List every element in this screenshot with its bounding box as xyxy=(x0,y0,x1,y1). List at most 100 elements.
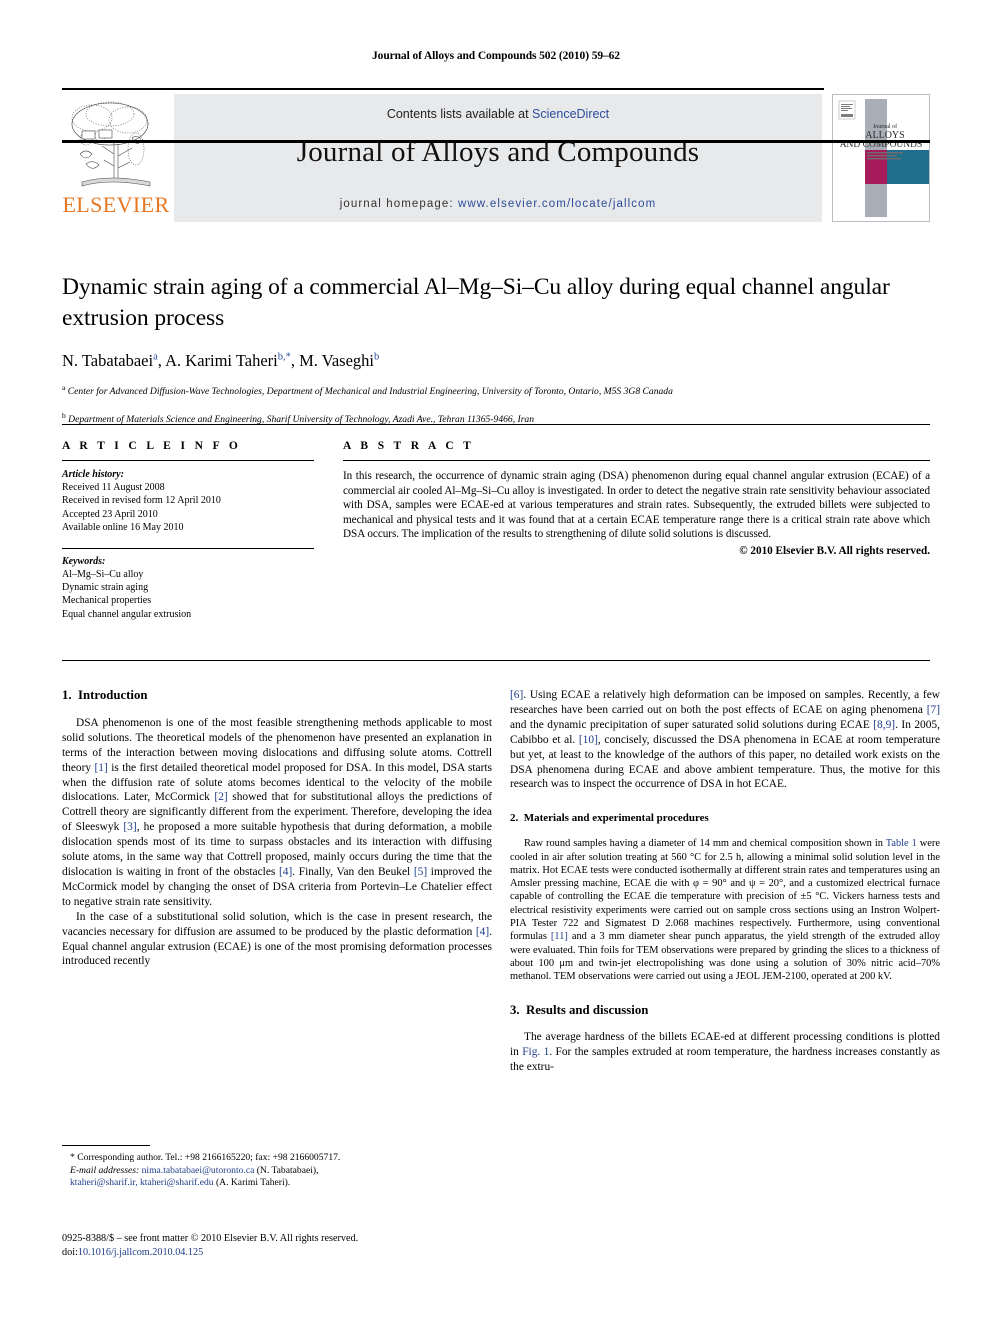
page-title: Dynamic strain aging of a commercial Al–… xyxy=(62,274,890,331)
citation-ref[interactable]: [3] xyxy=(123,821,136,833)
citation-ref[interactable]: [2] xyxy=(214,791,227,803)
email-note-2: ktaheri@sharif.ir, ktaheri@sharif.edu (A… xyxy=(62,1177,492,1190)
article-history-label: Article history: xyxy=(62,469,124,480)
article-history-item: Received 11 August 2008 xyxy=(62,482,165,493)
citation-ref[interactable]: [10] xyxy=(579,734,598,746)
section-number: 1. xyxy=(62,688,72,702)
section-number: 2. xyxy=(510,812,519,825)
section-heading-introduction: 1. Introduction xyxy=(62,688,492,703)
text-run: . Finally, Van den Beukel xyxy=(292,865,414,878)
citation-ref[interactable]: [1] xyxy=(95,762,108,774)
author-affil-mark: b xyxy=(374,351,380,363)
running-head: Journal of Alloys and Compounds 502 (201… xyxy=(372,50,620,62)
corresponding-author-note: * Corresponding author. Tel.: +98 216616… xyxy=(70,1152,341,1163)
elsevier-tree-icon xyxy=(71,101,151,187)
affiliation-text: Center for Advanced Diffusion-Wave Techn… xyxy=(67,386,673,398)
intro-paragraph-2-start: In the case of a substitutional solid so… xyxy=(62,910,492,970)
issn-line: 0925-8388/$ – see front matter © 2010 El… xyxy=(62,1233,359,1244)
section-heading-materials: 2. Materials and experimental procedures xyxy=(510,811,940,826)
abstract-block: A B S T R A C T In this research, the oc… xyxy=(343,440,930,557)
text-run: . For the samples extruded at room tempe… xyxy=(510,1046,940,1074)
keyword-item: Dynamic strain aging xyxy=(62,582,149,594)
keyword-item: Al–Mg–Si–Cu alloy xyxy=(62,568,144,580)
abstract-heading: A B S T R A C T xyxy=(343,440,475,452)
body-column-left: 1. Introduction DSA phenomenon is one of… xyxy=(62,688,492,969)
author-name: M. Vaseghi xyxy=(299,351,374,370)
text-run: In the case of a substitutional solid so… xyxy=(62,910,492,938)
citation-ref[interactable]: [8,9] xyxy=(873,719,895,731)
paper-page: Journal of Alloys and Compounds 502 (201… xyxy=(0,0,992,1323)
email-note: E-mail addresses: nima.tabatabaei@utoron… xyxy=(62,1165,492,1178)
citation-ref[interactable]: [6] xyxy=(510,689,523,701)
text-run: and the dynamic precipitation of super s… xyxy=(510,718,874,731)
citation-ref[interactable]: [5] xyxy=(414,866,427,878)
article-info-heading: A R T I C L E I N F O xyxy=(62,440,242,452)
keyword-item: Mechanical properties xyxy=(62,595,152,607)
elsevier-wordmark: ELSEVIER xyxy=(62,192,170,217)
intro-paragraph-1: DSA phenomenon is one of the most feasib… xyxy=(62,716,492,910)
keyword-item: Equal channel angular extrusion xyxy=(62,608,192,620)
author-affil-mark: a xyxy=(153,351,158,363)
article-info-block: A R T I C L E I N F O Article history: R… xyxy=(62,440,314,621)
sciencedirect-link[interactable]: ScienceDirect xyxy=(532,107,609,121)
doi-label: doi: xyxy=(62,1247,78,1258)
doi-link[interactable]: 10.1016/j.jallcom.2010.04.125 xyxy=(78,1247,203,1258)
svg-text:Journal of: Journal of xyxy=(873,123,897,130)
email-owner: (A. Karimi Taheri). xyxy=(213,1177,291,1189)
journal-cover-thumbnail: Journal of ALLOYS AND COMPOUNDS xyxy=(832,94,930,222)
contents-available-line: Contents lists available at ScienceDirec… xyxy=(174,107,822,121)
figure-link[interactable]: Fig. 1 xyxy=(522,1046,549,1058)
cover-artwork: Journal of ALLOYS AND COMPOUNDS xyxy=(833,95,929,221)
abstract-copyright: © 2010 Elsevier B.V. All rights reserved… xyxy=(739,544,930,557)
section-number: 3. xyxy=(510,1002,520,1017)
title-block: Dynamic strain aging of a commercial Al–… xyxy=(62,272,930,426)
footer-block: 0925-8388/$ – see front matter © 2010 El… xyxy=(62,1232,492,1260)
text-run: were cooled in air after solution treati… xyxy=(510,838,940,943)
email-link[interactable]: nima.tabatabaei@utoronto.ca xyxy=(142,1165,255,1176)
title-separator-rule xyxy=(62,424,930,425)
homepage-url-link[interactable]: www.elsevier.com/locate/jallcom xyxy=(458,198,656,210)
affiliation-mark: a xyxy=(62,383,66,392)
abstract-text: In this research, the occurrence of dyna… xyxy=(343,470,930,541)
citation-ref[interactable]: [7] xyxy=(927,704,940,716)
contents-prefix: Contents lists available at xyxy=(386,107,533,121)
citation-ref[interactable]: [11] xyxy=(551,931,568,942)
section-title: Results and discussion xyxy=(526,1002,649,1017)
affiliation-a: a Center for Advanced Diffusion-Wave Tec… xyxy=(62,381,930,399)
footnote-rule xyxy=(62,1145,150,1146)
section-title: Introduction xyxy=(78,688,148,702)
journal-homepage-line: journal homepage: www.elsevier.com/locat… xyxy=(174,198,822,210)
author-name: N. Tabatabaei xyxy=(62,351,154,370)
cover-elsevier-mark xyxy=(838,100,856,120)
text-run: . Using ECAE a relatively high deformati… xyxy=(510,689,940,716)
journal-banner: Contents lists available at ScienceDirec… xyxy=(174,94,822,222)
materials-paragraph: Raw round samples having a diameter of 1… xyxy=(510,837,940,983)
abstract-rule xyxy=(343,460,930,461)
keywords-label: Keywords: xyxy=(62,555,106,567)
article-info-rule xyxy=(62,460,314,461)
masthead-top-rule xyxy=(62,88,824,90)
citation-ref[interactable]: [4] xyxy=(476,926,489,938)
section-heading-results: 3. Results and discussion xyxy=(510,1003,940,1018)
body-column-right: [6]. Using ECAE a relatively high deform… xyxy=(510,688,940,1075)
text-run: Raw round samples having a diameter of 1… xyxy=(524,838,886,850)
author-list: N. Tabatabaeia, A. Karimi Taherib,*, M. … xyxy=(62,351,380,370)
citation-ref[interactable]: [4] xyxy=(279,866,292,878)
affiliation-mark: b xyxy=(62,410,66,420)
intro-paragraph-2-cont: [6]. Using ECAE a relatively high deform… xyxy=(510,688,940,792)
homepage-prefix: journal homepage: xyxy=(339,198,458,210)
results-paragraph: The average hardness of the billets ECAE… xyxy=(510,1030,940,1075)
table-link[interactable]: Table 1 xyxy=(886,838,917,849)
section-title: Materials and experimental procedures xyxy=(523,812,709,825)
masthead-bottom-rule xyxy=(62,140,930,143)
email-link[interactable]: ktaheri@sharif.ir, ktaheri@sharif.edu xyxy=(70,1177,214,1188)
journal-masthead: ELSEVIER Contents lists available at Sci… xyxy=(62,88,930,222)
article-history-item: Available online 16 May 2010 xyxy=(62,522,184,534)
author-affil-mark: b,* xyxy=(277,351,291,363)
article-history-item: Received in revised form 12 April 2010 xyxy=(62,495,221,507)
author-name: A. Karimi Taheri xyxy=(165,351,278,370)
footnote-block: * Corresponding author. Tel.: +98 216616… xyxy=(62,1145,492,1190)
